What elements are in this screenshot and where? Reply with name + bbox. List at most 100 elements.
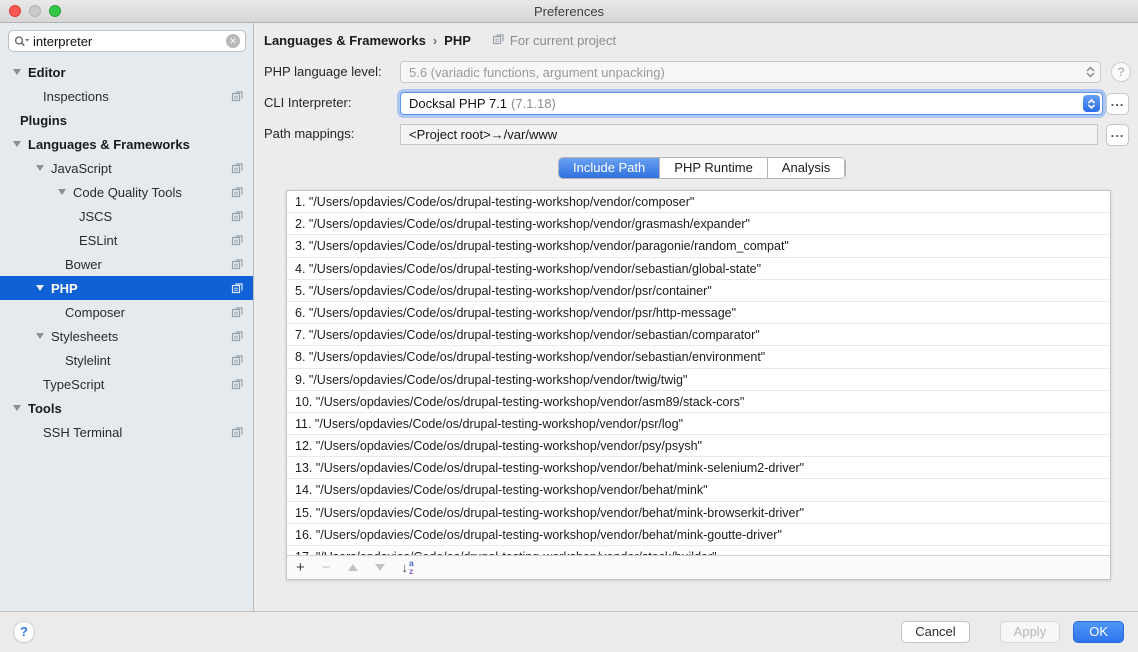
sidebar-item[interactable]: Stylelint: [0, 348, 253, 372]
sort-alphabetically-button[interactable]: ↓ a z: [402, 560, 414, 575]
include-path-row[interactable]: 9. "/Users/opdavies/Code/os/drupal-testi…: [287, 369, 1110, 391]
cli-interpreter-label: CLI Interpreter:: [264, 92, 351, 114]
sidebar-item[interactable]: Languages & Frameworks: [0, 132, 253, 156]
sidebar-item-label: Languages & Frameworks: [28, 137, 190, 152]
list-toolbar: + − ↓ a z: [287, 555, 1110, 579]
sidebar-item[interactable]: Code Quality Tools: [0, 180, 253, 204]
include-path-row[interactable]: 17. "/Users/opdavies/Code/os/drupal-test…: [287, 546, 1110, 555]
tab[interactable]: PHP Runtime: [660, 158, 768, 178]
settings-sidebar: interpreter ✕ Editor: [0, 23, 254, 611]
per-project-badge-icon: [231, 377, 244, 393]
chevron-down-icon[interactable]: [13, 405, 21, 411]
help-icon[interactable]: ?: [1111, 62, 1131, 82]
breadcrumb-page: PHP: [444, 33, 471, 48]
include-path-row[interactable]: 6. "/Users/opdavies/Code/os/drupal-testi…: [287, 302, 1110, 324]
include-path-row[interactable]: 16. "/Users/opdavies/Code/os/drupal-test…: [287, 524, 1110, 546]
window-controls: [9, 5, 61, 17]
php-settings-tabs: Include Path PHP Runtime Analysis: [558, 157, 846, 179]
dropdown-stepper-icon[interactable]: [1083, 95, 1100, 112]
remove-path-button[interactable]: −: [322, 560, 331, 575]
dropdown-stepper-icon[interactable]: [1085, 66, 1096, 78]
sidebar-item-label: Stylesheets: [51, 329, 118, 344]
include-path-row[interactable]: 5. "/Users/opdavies/Code/os/drupal-testi…: [287, 280, 1110, 302]
sidebar-item-label: SSH Terminal: [43, 425, 122, 440]
include-path-row[interactable]: 4. "/Users/opdavies/Code/os/drupal-testi…: [287, 258, 1110, 280]
chevron-down-icon[interactable]: [36, 165, 44, 171]
zoom-window-button[interactable]: [49, 5, 61, 17]
arrow-down-icon: [375, 564, 385, 571]
include-path-row[interactable]: 13. "/Users/opdavies/Code/os/drupal-test…: [287, 457, 1110, 479]
cancel-button[interactable]: Cancel: [901, 621, 969, 643]
search-value[interactable]: interpreter: [33, 34, 226, 49]
ok-button[interactable]: OK: [1073, 621, 1124, 643]
close-window-button[interactable]: [9, 5, 21, 17]
chevron-down-icon[interactable]: [58, 189, 66, 195]
move-up-button[interactable]: [348, 564, 358, 571]
per-project-badge-icon: [231, 257, 244, 273]
help-button[interactable]: ?: [13, 621, 35, 643]
tab[interactable]: Include Path: [559, 158, 660, 178]
sidebar-item[interactable]: Tools: [0, 396, 253, 420]
tab[interactable]: Analysis: [768, 158, 845, 178]
sidebar-item-label: Code Quality Tools: [73, 185, 182, 200]
chevron-down-icon[interactable]: [13, 141, 21, 147]
sidebar-item[interactable]: ESLint: [0, 228, 253, 252]
sidebar-item-label: Plugins: [20, 113, 67, 128]
language-level-label: PHP language level:: [264, 61, 382, 83]
settings-tree: Editor Inspections: [0, 60, 253, 444]
sidebar-item[interactable]: SSH Terminal: [0, 420, 253, 444]
apply-button[interactable]: Apply: [1000, 621, 1061, 643]
php-settings-panel: Languages & Frameworks › PHP For current…: [255, 23, 1138, 611]
per-project-badge-icon: [231, 89, 244, 105]
path-mappings-field[interactable]: <Project root>→/var/www: [400, 124, 1098, 145]
cli-interpreter-value: Docksal PHP 7.1: [409, 96, 507, 111]
sidebar-item[interactable]: Stylesheets: [0, 324, 253, 348]
sidebar-item[interactable]: Inspections: [0, 84, 253, 108]
for-current-project-context: For current project: [492, 32, 616, 48]
sidebar-item[interactable]: Bower: [0, 252, 253, 276]
sidebar-item[interactable]: Plugins: [0, 108, 253, 132]
chevron-down-icon[interactable]: [36, 285, 44, 291]
sidebar-item[interactable]: JSCS: [0, 204, 253, 228]
include-path-row[interactable]: 3. "/Users/opdavies/Code/os/drupal-testi…: [287, 235, 1110, 257]
include-path-row[interactable]: 12. "/Users/opdavies/Code/os/drupal-test…: [287, 435, 1110, 457]
search-icon[interactable]: [14, 35, 30, 48]
sidebar-item-label: Inspections: [43, 89, 109, 104]
sidebar-item-label: Composer: [65, 305, 125, 320]
per-project-badge-icon: [231, 305, 244, 321]
sidebar-item[interactable]: TypeScript: [0, 372, 253, 396]
per-project-badge-icon: [231, 185, 244, 201]
chevron-down-icon[interactable]: [13, 69, 21, 75]
include-path-row[interactable]: 10. "/Users/opdavies/Code/os/drupal-test…: [287, 391, 1110, 413]
include-path-row[interactable]: 2. "/Users/opdavies/Code/os/drupal-testi…: [287, 213, 1110, 235]
sidebar-item[interactable]: Composer: [0, 300, 253, 324]
clear-search-icon[interactable]: ✕: [226, 34, 240, 48]
cli-interpreter-select[interactable]: Docksal PHP 7.1 (7.1.18): [400, 92, 1103, 115]
per-project-badge-icon: [231, 233, 244, 249]
browse-interpreters-button[interactable]: ...: [1106, 93, 1129, 115]
sidebar-item-label: ESLint: [79, 233, 117, 248]
add-path-button[interactable]: +: [296, 560, 305, 575]
breadcrumb: Languages & Frameworks › PHP For current…: [264, 32, 616, 48]
include-path-row[interactable]: 1. "/Users/opdavies/Code/os/drupal-testi…: [287, 191, 1110, 213]
include-path-row[interactable]: 7. "/Users/opdavies/Code/os/drupal-testi…: [287, 324, 1110, 346]
language-level-select[interactable]: 5.6 (variadic functions, argument unpack…: [400, 61, 1101, 83]
sidebar-item-label: TypeScript: [43, 377, 104, 392]
include-path-row[interactable]: 15. "/Users/opdavies/Code/os/drupal-test…: [287, 502, 1110, 524]
include-path-list[interactable]: 1. "/Users/opdavies/Code/os/drupal-testi…: [287, 191, 1110, 555]
settings-search-input[interactable]: interpreter ✕: [8, 30, 246, 52]
breadcrumb-separator: ›: [433, 33, 437, 48]
chevron-down-icon[interactable]: [36, 333, 44, 339]
sidebar-item[interactable]: PHP: [0, 276, 253, 300]
include-path-row[interactable]: 11. "/Users/opdavies/Code/os/drupal-test…: [287, 413, 1110, 435]
per-project-badge-icon: [231, 281, 244, 297]
include-path-panel: 1. "/Users/opdavies/Code/os/drupal-testi…: [286, 190, 1111, 580]
sidebar-item[interactable]: Editor: [0, 60, 253, 84]
include-path-row[interactable]: 8. "/Users/opdavies/Code/os/drupal-testi…: [287, 346, 1110, 368]
move-down-button[interactable]: [375, 564, 385, 571]
include-path-row[interactable]: 14. "/Users/opdavies/Code/os/drupal-test…: [287, 479, 1110, 501]
preferences-window: Preferences interpreter ✕ Editor: [0, 0, 1138, 652]
sidebar-item[interactable]: JavaScript: [0, 156, 253, 180]
breadcrumb-section[interactable]: Languages & Frameworks: [264, 33, 426, 48]
browse-path-mappings-button[interactable]: ...: [1106, 124, 1129, 146]
